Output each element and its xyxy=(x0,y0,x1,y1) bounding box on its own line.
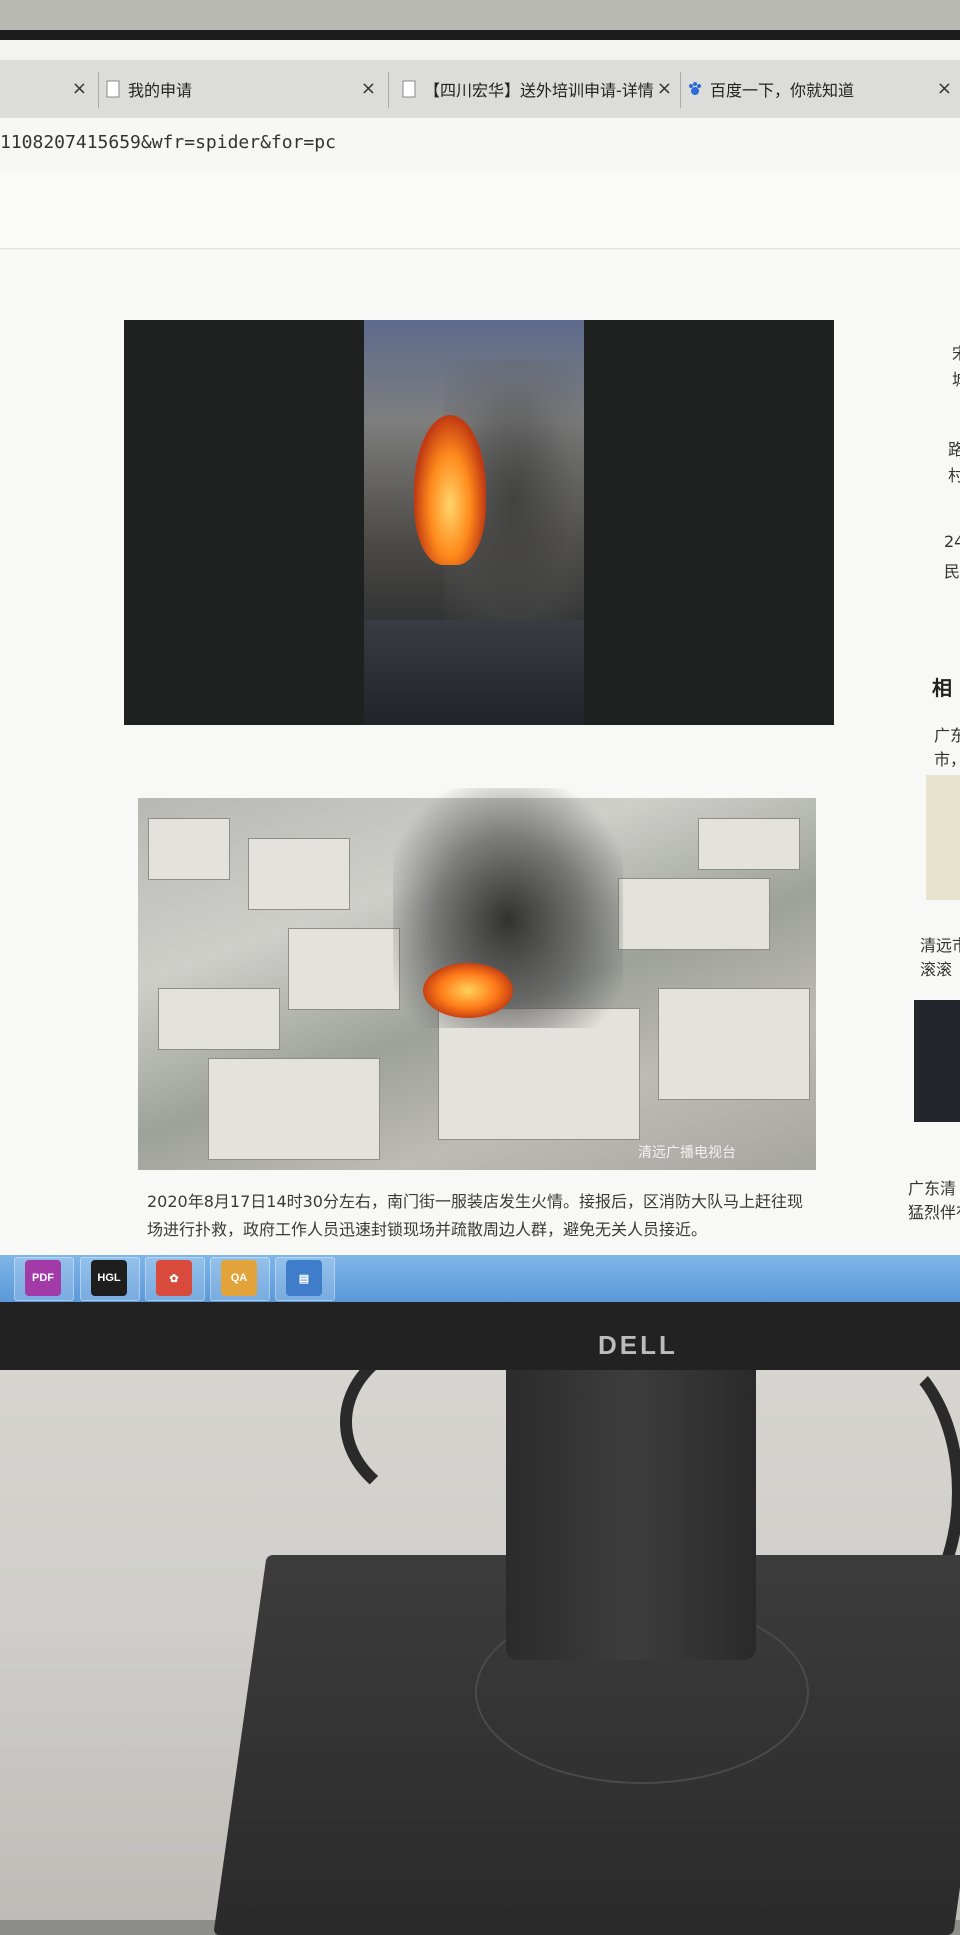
sidebar-snippet: 24 xyxy=(944,532,960,551)
page-header-strip xyxy=(0,170,960,249)
flame xyxy=(423,963,513,1018)
building xyxy=(158,988,280,1050)
related-item-text[interactable]: 市， xyxy=(934,746,960,770)
close-icon[interactable]: × xyxy=(657,78,672,99)
building xyxy=(658,988,810,1100)
fire-video[interactable] xyxy=(124,320,834,725)
tab-training-application[interactable]: 【四川宏华】送外培训申请-详情 × xyxy=(400,60,680,118)
building xyxy=(208,1058,380,1160)
close-icon[interactable]: × xyxy=(937,78,952,99)
tab-blank[interactable]: × xyxy=(0,60,95,118)
windows-taskbar: PDF HGL ✿ QA ▤ xyxy=(0,1255,960,1302)
tab-baidu[interactable]: 百度一下，你就知道 × xyxy=(686,60,960,118)
related-item-text[interactable]: 广东 xyxy=(934,722,960,746)
screen: × 我的申请 × 【四川宏华】送外培训申请-详情 × 百度一下，你就知道 × 1… xyxy=(0,40,960,1302)
related-section-title: 相 xyxy=(932,676,952,700)
related-item-text[interactable]: 广东清 xyxy=(908,1175,956,1199)
building xyxy=(288,928,400,1010)
tab-separator xyxy=(388,72,389,108)
building xyxy=(148,818,230,880)
article-caption: 2020年8月17日14时30分左右，南门街一服装店发生火情。接报后，区消防大队… xyxy=(147,1192,803,1239)
monitor-stand-neck xyxy=(506,1360,756,1660)
related-item-text[interactable]: 猛烈伴有 xyxy=(908,1199,960,1223)
network-app-icon[interactable]: ▤ xyxy=(286,1260,322,1296)
crowd xyxy=(364,620,584,725)
aerial-fire-photo: 清远广播电视台 xyxy=(138,788,816,1170)
sidebar-snippet: 宋 xyxy=(952,340,960,364)
sidebar-snippet: 路 xyxy=(948,440,960,459)
building xyxy=(248,838,350,910)
close-icon[interactable]: × xyxy=(72,78,87,99)
related-item-thumbnail[interactable] xyxy=(926,775,960,900)
building xyxy=(698,818,800,870)
monitor-chin xyxy=(0,1300,960,1370)
address-bar[interactable]: 1108207415659&wfr=spider&for=pc xyxy=(0,118,960,171)
close-icon[interactable]: × xyxy=(361,78,376,99)
url-text: 1108207415659&wfr=spider&for=pc xyxy=(0,132,336,153)
related-item-text[interactable]: 清远市 xyxy=(920,932,960,956)
baidu-paw-icon xyxy=(689,82,701,95)
page-icon xyxy=(106,80,120,98)
sidebar-snippet: 民 xyxy=(944,562,960,581)
flame xyxy=(414,415,486,565)
flower-app-icon[interactable]: ✿ xyxy=(156,1260,192,1296)
tab-label: 百度一下，你就知道 xyxy=(710,81,855,100)
browser-tab-bar: × 我的申请 × 【四川宏华】送外培训申请-详情 × 百度一下，你就知道 × xyxy=(0,60,960,118)
building xyxy=(618,878,770,950)
hgl-icon[interactable]: HGL xyxy=(91,1260,127,1296)
tab-label: 【四川宏华】送外培训申请-详情 xyxy=(424,81,654,100)
related-item-text[interactable]: 滚滚 xyxy=(920,956,952,980)
tab-label: 我的申请 xyxy=(128,81,193,100)
photo-watermark: 清远广播电视台 xyxy=(638,1145,736,1161)
sidebar-snippet: 村 xyxy=(948,466,960,485)
sidebar-snippet: 城 xyxy=(952,366,960,390)
tab-separator xyxy=(98,72,99,108)
dell-logo: DELL xyxy=(598,1330,678,1360)
tab-my-application[interactable]: 我的申请 × xyxy=(104,60,384,118)
page-icon xyxy=(402,80,416,98)
tab-separator xyxy=(680,72,681,108)
related-item-thumbnail[interactable] xyxy=(914,1000,960,1122)
pdf-icon[interactable]: PDF xyxy=(25,1260,61,1296)
qa-app-icon[interactable]: QA xyxy=(221,1260,257,1296)
